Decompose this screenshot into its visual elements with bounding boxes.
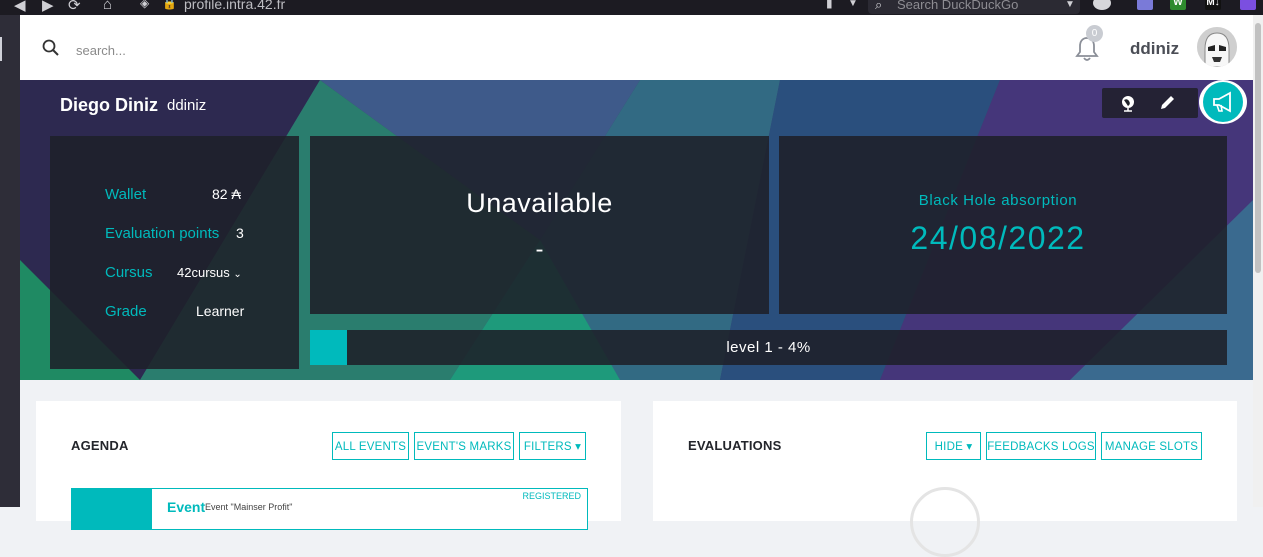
profile-login: ddiniz	[167, 97, 207, 114]
wallet-value: 82 ₳	[212, 186, 241, 202]
registered-badge: REGISTERED	[522, 491, 581, 501]
app-header: 0 ddiniz	[20, 15, 1253, 80]
event-title: Event	[167, 499, 206, 515]
extension-icon[interactable]	[1137, 0, 1153, 10]
forward-icon[interactable]: ▶	[42, 0, 54, 14]
extension-icon[interactable]	[1240, 0, 1256, 10]
event-date-box	[72, 489, 152, 529]
search-icon: ⌕	[875, 0, 883, 12]
search-input[interactable]	[74, 37, 378, 63]
cursus-value: 42cursus	[177, 265, 230, 280]
black-hole-label: Black Hole absorption	[918, 192, 1078, 209]
level-text: level 1 - 4%	[726, 339, 811, 356]
black-hole-panel: Black Hole absorption 24/08/2022	[779, 136, 1227, 314]
notification-badge: 0	[1086, 25, 1103, 42]
event-description: Event "Mainser Profit"	[205, 502, 293, 512]
evaluation-points-label: Evaluation points	[105, 225, 220, 242]
scrollbar-thumb[interactable]	[1255, 23, 1261, 273]
grade-label: Grade	[105, 303, 147, 320]
location-status-panel: Unavailable -	[310, 136, 769, 314]
globe-icon[interactable]	[1119, 94, 1137, 112]
black-hole-date: 24/08/2022	[910, 220, 1086, 256]
evaluation-placeholder	[910, 487, 980, 557]
extension-w-icon[interactable]: W	[1170, 0, 1186, 10]
evaluations-card: EVALUATIONS HIDE ▾ FEEDBACKS LOGS MANAGE…	[653, 401, 1237, 557]
cursus-label: Cursus	[105, 264, 153, 281]
search-icon[interactable]	[42, 39, 60, 57]
events-marks-button[interactable]: EVENT'S MARKS	[414, 432, 514, 460]
browser-search-input[interactable]: ⌕ Search DuckDuckGo ▼	[868, 0, 1080, 14]
avatar[interactable]	[1197, 27, 1237, 67]
grade-value: Learner	[196, 303, 245, 319]
availability-status: Unavailable	[466, 188, 613, 218]
profile-full-name: Diego Diniz	[60, 95, 158, 115]
evaluation-points-value: 3	[236, 225, 244, 241]
avatar-image	[1197, 27, 1237, 67]
back-icon[interactable]: ◀	[14, 0, 26, 14]
availability-location: -	[535, 236, 544, 263]
chevron-down-icon: ⌄	[233, 269, 242, 280]
agenda-event[interactable]: Event Event "Mainser Profit" REGISTERED	[71, 488, 588, 530]
filters-button[interactable]: FILTERS ▾	[519, 432, 586, 460]
bookmark-icon[interactable]: ▮	[826, 0, 833, 10]
extension-markdown-icon[interactable]: M↓	[1205, 0, 1221, 10]
browser-toolbar: ◀ ▶ ⟳ ⌂ ◈ 🔒 profile.intra.42.fr ▮ ▼ ⌕ Se…	[0, 0, 1263, 15]
header-username[interactable]: ddiniz	[1130, 39, 1179, 59]
account-icon[interactable]	[1093, 0, 1111, 10]
chevron-down-icon[interactable]: ▼	[1065, 0, 1075, 10]
menu-icon[interactable]	[0, 37, 5, 61]
evaluations-heading: EVALUATIONS	[688, 438, 782, 453]
shield-icon[interactable]: ◈	[140, 0, 149, 10]
wallet-label: Wallet	[105, 186, 147, 203]
agenda-card: AGENDA ALL EVENTS EVENT'S MARKS FILTERS …	[36, 401, 621, 530]
level-progress-bar: level 1 - 4%	[310, 330, 1227, 365]
left-sidebar-rail	[0, 15, 20, 507]
agenda-heading: AGENDA	[71, 438, 129, 453]
feedbacks-logs-button[interactable]: FEEDBACKS LOGS	[986, 432, 1096, 460]
manage-slots-button[interactable]: MANAGE SLOTS	[1101, 432, 1202, 460]
profile-banner: Diego Diniz ddiniz Wallet 82 ₳ Evaluatio…	[20, 80, 1253, 380]
scrollbar[interactable]	[1253, 15, 1263, 507]
announcements-button[interactable]	[1199, 80, 1247, 124]
home-icon[interactable]: ⌂	[103, 0, 112, 13]
profile-info-panel: Wallet 82 ₳ Evaluation points 3 Cursus 4…	[50, 136, 299, 369]
reload-icon[interactable]: ⟳	[68, 0, 81, 14]
profile-actions	[1102, 88, 1198, 118]
lock-icon: 🔒	[162, 0, 177, 10]
all-events-button[interactable]: ALL EVENTS	[332, 432, 409, 460]
address-bar[interactable]: profile.intra.42.fr	[184, 0, 285, 12]
chevron-down-icon[interactable]: ▼	[848, 0, 858, 9]
megaphone-icon	[1213, 91, 1231, 113]
cursus-select[interactable]: 42cursus ⌄	[177, 265, 242, 280]
pencil-icon[interactable]	[1158, 94, 1176, 112]
hide-button[interactable]: HIDE ▾	[926, 432, 981, 460]
